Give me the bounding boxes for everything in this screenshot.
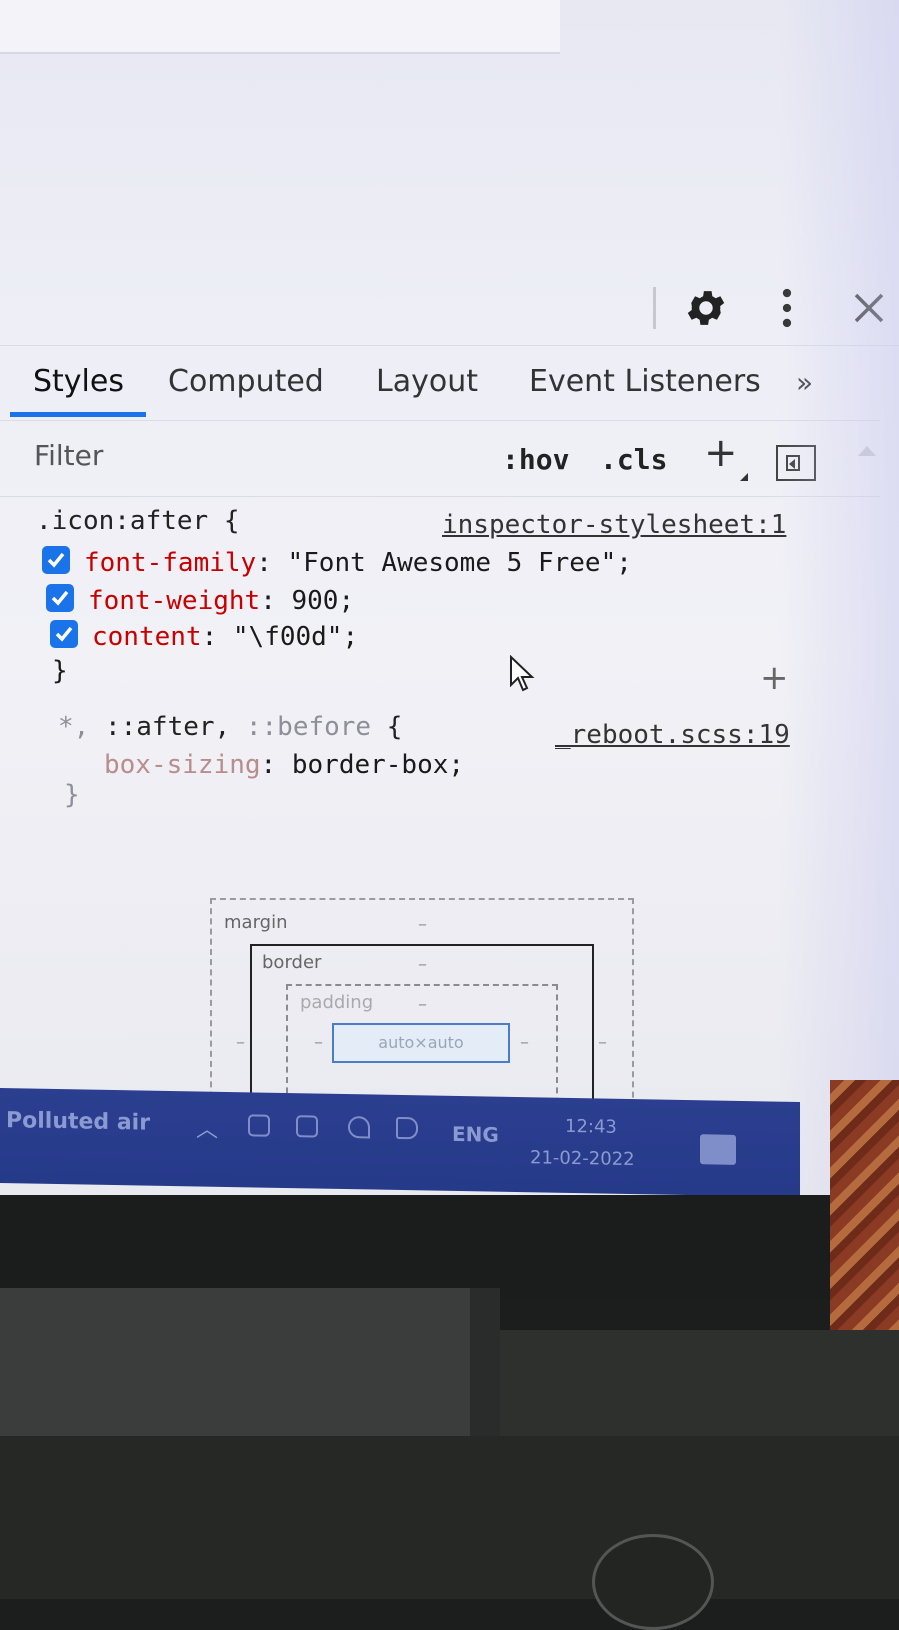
hover-state-button[interactable]: :hov bbox=[502, 443, 569, 476]
padding-right-value[interactable]: – bbox=[520, 1032, 529, 1053]
battery-icon[interactable] bbox=[296, 1115, 318, 1138]
colon: : bbox=[201, 622, 233, 652]
filter-input[interactable]: Filter bbox=[34, 439, 103, 472]
border-top-value[interactable]: – bbox=[418, 954, 427, 975]
notification-icon[interactable] bbox=[700, 1134, 736, 1165]
gear-icon[interactable] bbox=[683, 285, 729, 331]
laptop-hinge bbox=[0, 1288, 470, 1438]
property-name[interactable]: box-sizing bbox=[104, 750, 261, 780]
margin-label: margin bbox=[224, 912, 288, 933]
clock-date[interactable]: 21-02-2022 bbox=[530, 1147, 635, 1170]
colon: : bbox=[256, 548, 288, 578]
selector-brace: { bbox=[371, 712, 403, 742]
new-rule-menu-indicator bbox=[740, 473, 748, 481]
property-checkbox[interactable] bbox=[50, 620, 78, 648]
padding-left-value[interactable]: – bbox=[314, 1032, 323, 1053]
meet-now-icon[interactable] bbox=[248, 1114, 270, 1137]
laptop-screen: Styles Computed Layout Event Listeners »… bbox=[0, 0, 899, 1195]
laptop-bezel bbox=[0, 1195, 899, 1299]
selector-before: ::before bbox=[230, 712, 372, 742]
padding-label: padding bbox=[300, 992, 374, 1013]
tab-styles[interactable]: Styles bbox=[33, 364, 124, 399]
declaration[interactable]: font-family: "Font Awesome 5 Free"; bbox=[84, 548, 632, 578]
colon: : bbox=[260, 750, 292, 780]
property-value[interactable]: "\f00d"; bbox=[233, 622, 358, 652]
tab-layout[interactable]: Layout bbox=[376, 364, 478, 399]
colon: : bbox=[260, 586, 292, 616]
property-value[interactable]: border-box; bbox=[292, 750, 464, 780]
rule-source-link[interactable]: _reboot.scss:19 bbox=[555, 720, 790, 750]
laptop-hinge-shadow bbox=[470, 1288, 500, 1438]
toolbar-divider bbox=[653, 287, 656, 329]
rule-selector[interactable]: .icon:after { bbox=[36, 506, 240, 536]
rule-source-link[interactable]: inspector-stylesheet:1 bbox=[442, 510, 786, 540]
weather-widget[interactable]: Polluted air bbox=[6, 1108, 150, 1136]
devtools-tab-bar: Styles Computed Layout Event Listeners » bbox=[0, 345, 899, 421]
class-toggle-button[interactable]: .cls bbox=[600, 443, 667, 476]
selector-star: *, bbox=[58, 712, 90, 742]
border-label: border bbox=[262, 952, 322, 973]
declaration[interactable]: font-weight: 900; bbox=[88, 586, 354, 616]
rule-close-brace: } bbox=[52, 656, 68, 686]
declaration[interactable]: content: "\f00d"; bbox=[92, 622, 358, 652]
padding-top-value[interactable]: – bbox=[418, 994, 427, 1015]
volume-icon[interactable] bbox=[396, 1116, 418, 1140]
language-indicator[interactable]: ENG bbox=[452, 1122, 499, 1147]
tab-computed[interactable]: Computed bbox=[168, 364, 324, 399]
chevron-up-icon[interactable]: ︿ bbox=[196, 1111, 218, 1143]
margin-left-value[interactable]: – bbox=[236, 1032, 245, 1053]
margin-right-value[interactable]: – bbox=[598, 1032, 607, 1053]
rule-selector[interactable]: *, ::after, ::before { bbox=[58, 712, 402, 742]
property-name[interactable]: content bbox=[92, 622, 202, 652]
mouse-pointer-icon bbox=[510, 655, 535, 692]
content-size: auto×auto bbox=[378, 1033, 464, 1052]
styles-filter-bar: Filter :hov .cls + bbox=[0, 420, 880, 497]
box-model-content[interactable]: auto×auto bbox=[332, 1023, 510, 1063]
margin-top-value[interactable]: – bbox=[418, 914, 427, 935]
property-checkbox[interactable] bbox=[42, 546, 70, 574]
property-name[interactable]: font-weight bbox=[88, 586, 260, 616]
screen-glare bbox=[779, 0, 899, 1195]
page-panel bbox=[0, 0, 560, 54]
tab-event-listeners[interactable]: Event Listeners bbox=[529, 364, 761, 399]
devtools-toolbar bbox=[0, 275, 899, 345]
clock-time[interactable]: 12:43 bbox=[565, 1116, 617, 1138]
laptop-deck bbox=[0, 1436, 899, 1599]
new-style-rule-button[interactable]: + bbox=[704, 433, 738, 473]
property-value[interactable]: 900; bbox=[292, 586, 355, 616]
active-tab-indicator bbox=[10, 412, 146, 417]
property-name[interactable]: font-family bbox=[84, 548, 256, 578]
laptop-hinge-knob bbox=[592, 1534, 714, 1630]
windows-taskbar: Polluted air ︿ ENG 12:43 21-02-2022 bbox=[0, 1088, 800, 1195]
property-value[interactable]: "Font Awesome 5 Free"; bbox=[288, 548, 632, 578]
selector-after: ::after, bbox=[89, 712, 231, 742]
rule-close-brace: } bbox=[64, 780, 80, 810]
declaration[interactable]: box-sizing: border-box; bbox=[104, 750, 464, 780]
property-checkbox[interactable] bbox=[46, 584, 74, 612]
wifi-icon[interactable] bbox=[348, 1116, 370, 1139]
